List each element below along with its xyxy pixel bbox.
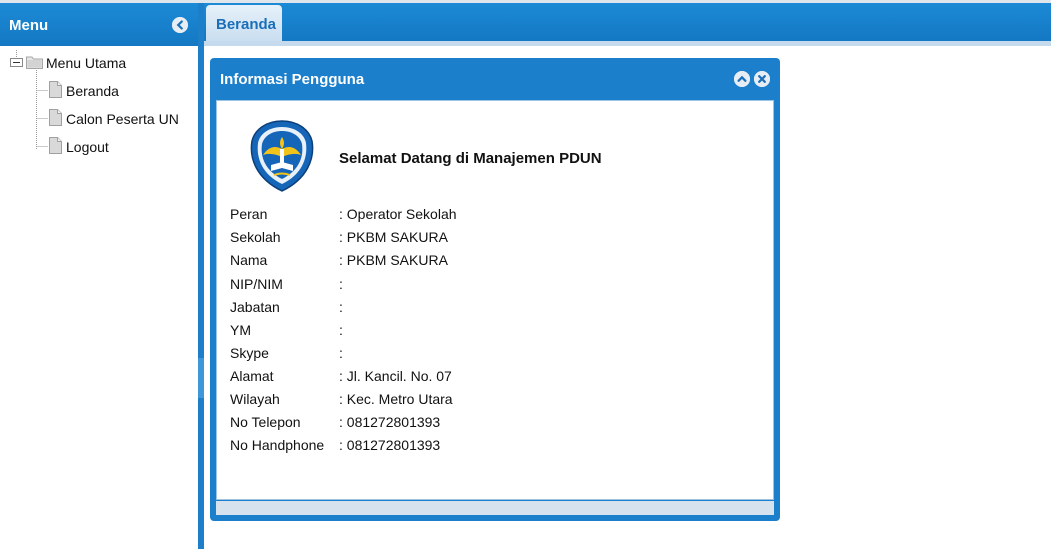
info-label: Sekolah xyxy=(230,229,281,245)
user-info-window: Informasi Pengguna Selamat Datang di Man… xyxy=(210,58,780,521)
sidebar-title: Menu xyxy=(9,17,49,34)
layout-splitter[interactable] xyxy=(198,3,204,549)
tut-wuri-handayani-logo xyxy=(249,119,315,193)
info-value: : xyxy=(339,276,343,292)
sidebar-item-label: Calon Peserta UN xyxy=(66,111,179,127)
file-icon xyxy=(49,137,62,154)
sidebar-item-label: Beranda xyxy=(66,83,119,99)
info-label: Skype xyxy=(230,345,269,361)
file-icon xyxy=(49,81,62,98)
tab-beranda[interactable]: Beranda xyxy=(206,5,282,41)
info-label: Jabatan xyxy=(230,299,280,315)
info-value: : Operator Sekolah xyxy=(339,206,457,222)
info-label: No Telepon xyxy=(230,414,301,430)
window-body: Selamat Datang di Manajemen PDUN Peran :… xyxy=(216,100,774,500)
collapse-toggle-icon[interactable] xyxy=(10,58,23,67)
info-label: NIP/NIM xyxy=(230,276,283,292)
sidebar-item-label: Logout xyxy=(66,139,109,155)
info-value: : PKBM SAKURA xyxy=(339,252,448,268)
info-label: Nama xyxy=(230,252,268,268)
collapse-left-icon[interactable] xyxy=(172,17,188,33)
file-icon xyxy=(49,109,62,126)
info-value: : Kec. Metro Utara xyxy=(339,391,453,407)
info-value: : 081272801393 xyxy=(339,414,441,430)
info-label: No Handphone xyxy=(230,437,325,453)
info-label: Alamat xyxy=(230,368,274,384)
sidebar-item-logout[interactable]: Logout xyxy=(0,135,198,157)
sidebar-item-calon-peserta-un[interactable]: Calon Peserta UN xyxy=(0,107,198,129)
info-value: : PKBM SAKURA xyxy=(339,229,448,245)
sidebar-item-beranda[interactable]: Beranda xyxy=(0,79,198,101)
info-value: : Jl. Kancil. No. 07 xyxy=(339,368,452,384)
window-title: Informasi Pengguna xyxy=(220,71,365,88)
info-value: : xyxy=(339,299,343,315)
close-icon[interactable] xyxy=(754,71,770,87)
tab-underline xyxy=(204,41,1051,46)
info-label: Peran xyxy=(230,206,268,222)
info-label: YM xyxy=(230,322,251,338)
tab-label: Beranda xyxy=(216,16,277,33)
sidebar-header: Menu xyxy=(0,3,198,46)
tree-root-label: Menu Utama xyxy=(46,55,127,71)
sidebar: Menu Menu Utama Beranda Calon Peserta UN… xyxy=(0,3,198,549)
tab-bar: Beranda xyxy=(204,3,1051,41)
info-label: Wilayah xyxy=(230,391,280,407)
info-value: : xyxy=(339,322,343,338)
splitter-handle[interactable] xyxy=(198,358,204,398)
window-footer xyxy=(216,501,774,515)
info-value: : xyxy=(339,345,343,361)
welcome-heading: Selamat Datang di Manajemen PDUN xyxy=(339,150,602,167)
info-value: : 081272801393 xyxy=(339,437,441,453)
folder-icon xyxy=(26,56,43,69)
collapse-up-icon[interactable] xyxy=(734,71,750,87)
tree-root-menu-utama[interactable]: Menu Utama xyxy=(0,51,198,73)
